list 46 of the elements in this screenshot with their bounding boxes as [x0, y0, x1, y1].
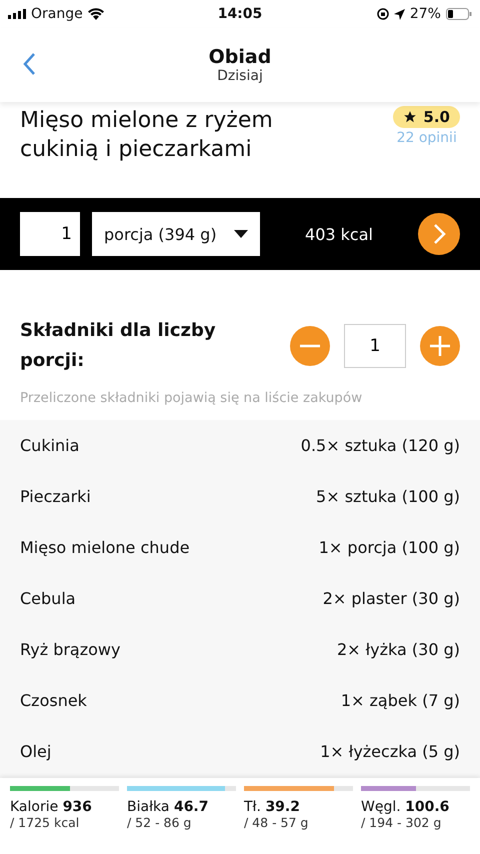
- status-time: 14:05: [218, 6, 262, 22]
- recipe-title: Mięso mielone z ryżem cukinią i pieczarkami: [20, 107, 274, 164]
- battery-icon: [446, 8, 472, 20]
- quantity-field[interactable]: 1: [20, 212, 80, 256]
- ingredient-name: Mięso mielone chude: [20, 538, 190, 557]
- carrier-name: Orange: [31, 6, 83, 22]
- ingredient-name: Olej: [20, 742, 52, 761]
- ingredients-heading: Składniki dla liczby porcji:: [20, 319, 217, 373]
- star-icon: [403, 110, 418, 124]
- ingredient-name: Ryż brązowy: [20, 640, 120, 659]
- ingredient-name: Pieczarki: [20, 487, 91, 506]
- nutrient-value: Tł. 39.2: [244, 799, 301, 815]
- shopping-list-note: Przeliczone składniki pojawią się na liście zakupów: [20, 390, 364, 406]
- signal-icon: [8, 9, 26, 19]
- nutrient-target: / 52 - 86 g: [127, 815, 192, 830]
- nutrient-value: Kalorie 936: [10, 799, 93, 815]
- screen-subtitle: Dzisiaj: [217, 68, 263, 84]
- minus-button[interactable]: [290, 326, 330, 366]
- nutrient-target: / 194 - 302 g: [361, 815, 442, 830]
- ingredient-amount: 2× plaster (30 g): [322, 589, 460, 608]
- location-icon: [394, 8, 405, 20]
- nutrient-value: Węgl. 100.6: [361, 799, 450, 815]
- nutrient-value: Białka 46.7: [127, 799, 210, 815]
- wifi-icon: [88, 8, 104, 20]
- ingredient-amount: 1× ząbek (7 g): [340, 691, 460, 710]
- dropdown-caret-icon: [234, 230, 248, 238]
- ingredient-amount: 1× porcja (100 g): [318, 538, 460, 557]
- back-icon[interactable]: [22, 52, 36, 76]
- screen-title: Obiad: [208, 46, 272, 68]
- unit-dropdown[interactable]: porcja (394 g): [92, 212, 260, 256]
- plus-button[interactable]: [420, 326, 460, 366]
- ingredient-name: Czosnek: [20, 691, 87, 710]
- nutrient-target: / 1725 kcal: [10, 815, 80, 830]
- nutrient-target: / 48 - 57 g: [244, 815, 310, 830]
- ingredient-amount: 2× łyżka (30 g): [336, 640, 460, 659]
- rating-badge: 5.0: [393, 106, 460, 128]
- ingredient-name: Cebula: [20, 589, 76, 608]
- next-button[interactable]: [418, 213, 460, 255]
- ingredient-amount: 1× łyżeczka (5 g): [320, 742, 460, 761]
- servings-field[interactable]: 1: [344, 324, 406, 368]
- ingredient-amount: 5× sztuka (100 g): [316, 487, 460, 506]
- ingredient-name: Cukinia: [20, 436, 80, 455]
- rotation-lock-icon: [376, 8, 389, 20]
- calories-value: 403 kcal: [304, 224, 374, 244]
- battery-percent: 27%: [410, 6, 441, 22]
- ingredient-amount: 0.5× sztuka (120 g): [300, 436, 460, 455]
